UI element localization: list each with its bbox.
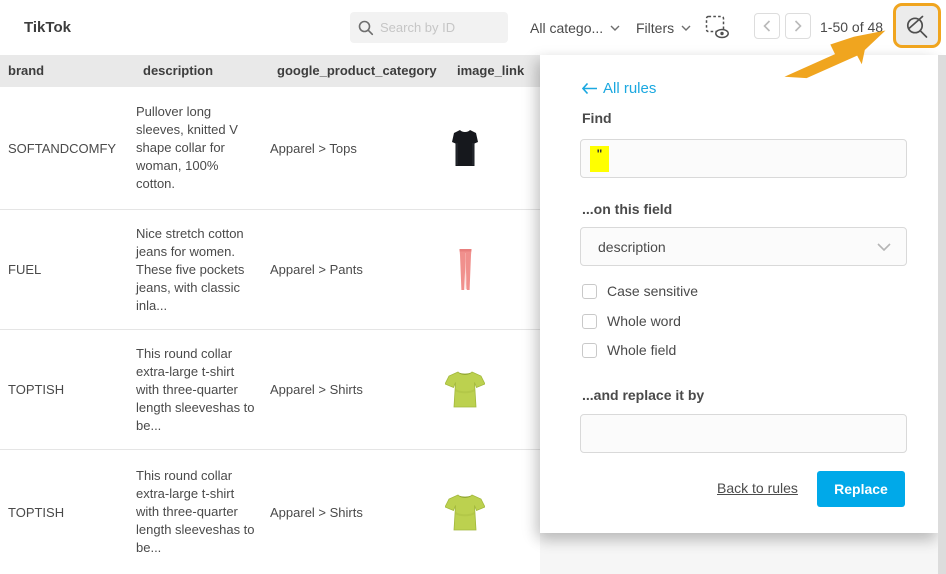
field-label: ...on this field <box>582 201 672 217</box>
back-to-rules-link[interactable]: Back to rules <box>717 480 798 496</box>
cell-brand: TOPTISH <box>8 330 130 449</box>
search-input[interactable] <box>380 20 490 35</box>
cell-description: Pullover long sleeves, knitted V shape c… <box>136 87 258 209</box>
all-rules-back-link[interactable]: All rules <box>582 80 656 97</box>
filters-dropdown-label: Filters <box>636 20 674 36</box>
highlighted-find-value: " <box>590 146 609 172</box>
column-header-image-link[interactable]: image_link <box>457 55 524 87</box>
pagination-count: 1-50 of 48 <box>820 0 883 55</box>
find-replace-button[interactable] <box>893 3 941 48</box>
next-page-button[interactable] <box>785 13 811 39</box>
chevron-down-icon <box>877 243 891 251</box>
checkbox-icon[interactable] <box>582 284 597 299</box>
cell-category: Apparel > Pants <box>270 210 440 329</box>
column-header-brand[interactable]: brand <box>8 55 44 87</box>
chevron-down-icon <box>681 25 691 31</box>
prev-page-button[interactable] <box>754 13 780 39</box>
dashed-box-eye-icon <box>705 15 732 40</box>
cell-description: Nice stretch cotton jeans for women. The… <box>136 210 258 329</box>
column-header-google-product-category[interactable]: google_product_category <box>277 55 437 87</box>
whole-word-checkbox[interactable]: Whole word <box>582 313 681 329</box>
cell-image <box>437 210 493 329</box>
whole-field-checkbox[interactable]: Whole field <box>582 342 676 358</box>
search-box[interactable] <box>350 12 508 43</box>
preview-selection-button[interactable] <box>705 15 732 45</box>
cell-brand: SOFTANDCOMFY <box>8 87 130 209</box>
magnifier-pencil-icon <box>904 13 930 39</box>
filters-dropdown[interactable]: Filters <box>636 0 691 55</box>
cell-category: Apparel > Shirts <box>270 450 440 574</box>
cell-category: Apparel > Shirts <box>270 330 440 449</box>
chevron-left-icon <box>763 20 771 32</box>
cell-description: This round collar extra-large t-shirt wi… <box>136 450 258 574</box>
page-background <box>540 533 946 574</box>
product-image-black-pullover <box>451 129 479 167</box>
all-rules-label: All rules <box>603 80 656 97</box>
cell-brand: TOPTISH <box>8 450 130 574</box>
field-select[interactable]: description <box>580 227 907 266</box>
cell-image <box>437 330 493 449</box>
column-header-description[interactable]: description <box>143 55 213 87</box>
whole-word-label: Whole word <box>607 313 681 329</box>
find-replace-panel: All rules Find " ...on this field descri… <box>540 55 938 533</box>
category-dropdown-label: All catego... <box>530 20 603 36</box>
case-sensitive-label: Case sensitive <box>607 283 698 299</box>
checkbox-icon[interactable] <box>582 343 597 358</box>
checkbox-icon[interactable] <box>582 314 597 329</box>
toolbar: TikTok All catego... Filters 1-50 o <box>0 0 946 55</box>
whole-field-label: Whole field <box>607 342 676 358</box>
field-select-value: description <box>598 239 877 255</box>
cell-description: This round collar extra-large t-shirt wi… <box>136 330 258 449</box>
product-image-lime-tshirt <box>445 494 485 531</box>
find-label: Find <box>582 110 612 126</box>
find-input[interactable]: " <box>580 139 907 178</box>
product-image-pink-jeans <box>458 249 473 291</box>
left-arrow-icon <box>582 83 597 94</box>
cell-image <box>437 87 493 209</box>
case-sensitive-checkbox[interactable]: Case sensitive <box>582 283 698 299</box>
replace-with-label: ...and replace it by <box>582 387 704 403</box>
cell-image <box>437 450 493 574</box>
replace-input[interactable] <box>580 414 907 453</box>
page-title: TikTok <box>24 0 71 55</box>
scrollbar-track[interactable] <box>938 55 946 574</box>
replace-button[interactable]: Replace <box>817 471 905 507</box>
chevron-down-icon <box>610 25 620 31</box>
search-icon <box>358 20 374 36</box>
cell-category: Apparel > Tops <box>270 87 440 209</box>
chevron-right-icon <box>794 20 802 32</box>
product-image-lime-tshirt <box>445 371 485 408</box>
cell-brand: FUEL <box>8 210 130 329</box>
feed-review-app: TikTok All catego... Filters 1-50 o <box>0 0 946 574</box>
category-dropdown[interactable]: All catego... <box>530 0 620 55</box>
